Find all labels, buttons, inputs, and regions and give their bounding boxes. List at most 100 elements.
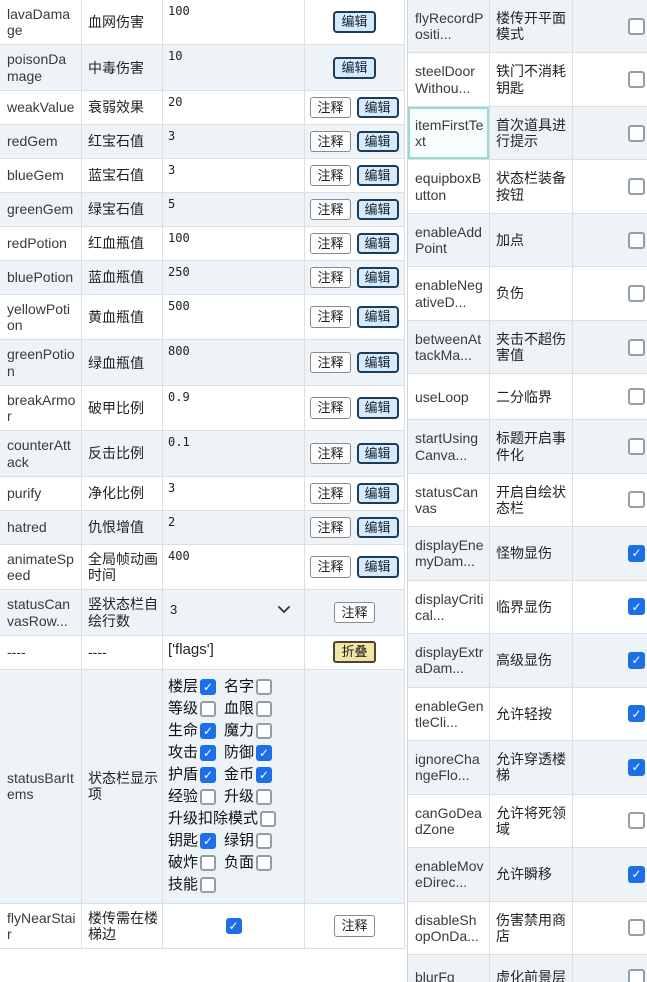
checkbox-line: 生命魔力	[168, 720, 276, 742]
fold-button[interactable]: 折叠	[333, 641, 375, 663]
checkbox-checked[interactable]	[628, 866, 645, 883]
key-cell: greenGem	[0, 193, 82, 226]
flag-checkbox-cell	[573, 214, 647, 266]
edit-button[interactable]: 编辑	[357, 165, 399, 187]
value-text: 3	[168, 482, 175, 496]
label-cell: 标题开启事件化	[490, 420, 573, 472]
note-button[interactable]: 注释	[310, 443, 350, 465]
checkbox-unchecked[interactable]	[628, 178, 645, 195]
checkbox-label: 破炸	[168, 854, 198, 871]
edit-button[interactable]: 编辑	[357, 306, 399, 328]
edit-button[interactable]: 编辑	[357, 556, 399, 578]
checkbox-unchecked[interactable]	[200, 701, 216, 717]
checkbox-unchecked[interactable]	[628, 812, 645, 829]
checkbox-unchecked[interactable]	[628, 491, 645, 508]
note-button[interactable]: 注释	[334, 602, 374, 624]
key-cell: steelDoorWithou...	[408, 53, 490, 105]
table-row: enableMoveDirec...允许瞬移	[408, 848, 647, 901]
row-select[interactable]: 3	[168, 602, 300, 617]
value-text: 500	[168, 300, 190, 314]
edit-button[interactable]: 编辑	[357, 517, 399, 539]
checkbox-checked[interactable]	[200, 723, 216, 739]
checkbox-unchecked[interactable]	[628, 71, 645, 88]
checkbox-unchecked[interactable]	[256, 855, 272, 871]
table-row: --------['flags']折叠	[0, 636, 405, 670]
note-button[interactable]: 注释	[310, 556, 350, 578]
note-button[interactable]: 注释	[310, 131, 350, 153]
edit-button[interactable]: 编辑	[333, 11, 375, 33]
label-cell: 楼传需在楼梯边	[82, 904, 163, 948]
checkbox-unchecked[interactable]	[256, 789, 272, 805]
value-text: 400	[168, 550, 190, 564]
checkbox-unchecked[interactable]	[256, 833, 272, 849]
note-button[interactable]: 注释	[310, 397, 350, 419]
checkbox-unchecked[interactable]	[200, 855, 216, 871]
checkbox-unchecked[interactable]	[200, 877, 216, 893]
key-cell: redPotion	[0, 227, 82, 260]
checkbox-unchecked[interactable]	[628, 388, 645, 405]
checkbox-checked[interactable]	[200, 679, 216, 695]
checkbox-checked[interactable]	[200, 833, 216, 849]
checkbox-unchecked[interactable]	[628, 285, 645, 302]
checkbox-unchecked[interactable]	[200, 789, 216, 805]
note-button[interactable]: 注释	[310, 306, 350, 328]
checkbox-unchecked[interactable]	[628, 919, 645, 936]
flag-checkbox-cell	[573, 107, 647, 159]
key-cell: displayCritical...	[408, 581, 490, 633]
checkbox-checked[interactable]	[628, 652, 645, 669]
checkbox-checked[interactable]	[256, 767, 272, 783]
note-button[interactable]: 注释	[310, 267, 350, 289]
checkbox-label: 绿钥	[224, 832, 254, 849]
checkbox-checked[interactable]	[200, 745, 216, 761]
note-button[interactable]: 注释	[310, 199, 350, 221]
checkbox-checked[interactable]	[628, 598, 645, 615]
checkbox-unchecked[interactable]	[256, 723, 272, 739]
key-cell: counterAttack	[0, 431, 82, 475]
label-cell: 怪物显伤	[490, 527, 573, 579]
value-cell: 400	[163, 545, 305, 589]
edit-button[interactable]: 编辑	[357, 397, 399, 419]
checkbox-unchecked[interactable]	[628, 969, 645, 982]
checkbox-checked[interactable]	[628, 545, 645, 562]
edit-button[interactable]: 编辑	[357, 483, 399, 505]
checkbox-checked[interactable]	[226, 918, 242, 934]
edit-button[interactable]: 编辑	[333, 57, 375, 79]
checkbox-line: 升级扣除模式	[168, 808, 276, 830]
note-button[interactable]: 注释	[310, 165, 350, 187]
checkbox-checked[interactable]	[628, 705, 645, 722]
note-button[interactable]: 注释	[310, 483, 350, 505]
checkbox-unchecked[interactable]	[628, 339, 645, 356]
note-button[interactable]: 注释	[310, 233, 350, 255]
edit-button[interactable]: 编辑	[357, 131, 399, 153]
checkbox-unchecked[interactable]	[628, 18, 645, 35]
values-config-table: lavaDamage血网伤害100编辑poisonDamage中毒伤害10编辑w…	[0, 0, 405, 949]
checkbox-checked[interactable]	[256, 745, 272, 761]
note-button[interactable]: 注释	[310, 97, 350, 119]
checkbox-unchecked[interactable]	[256, 679, 272, 695]
table-row: displayEnemyDam...怪物显伤	[408, 527, 647, 580]
checkbox-checked[interactable]	[628, 759, 645, 776]
table-row: useLoop二分临界	[408, 374, 647, 420]
edit-button[interactable]: 编辑	[357, 233, 399, 255]
note-button[interactable]: 注释	[310, 352, 350, 374]
note-button[interactable]: 注释	[310, 517, 350, 539]
note-button[interactable]: 注释	[334, 915, 374, 937]
checkbox-unchecked[interactable]	[628, 232, 645, 249]
checkbox-unchecked[interactable]	[256, 701, 272, 717]
label-cell: 开启自绘状态栏	[490, 474, 573, 526]
checkbox-unchecked[interactable]	[628, 125, 645, 142]
checkbox-unchecked[interactable]	[260, 811, 276, 827]
key-cell: ignoreChangeFlo...	[408, 741, 490, 793]
edit-button[interactable]: 编辑	[357, 97, 399, 119]
edit-button[interactable]: 编辑	[357, 443, 399, 465]
checkbox-unchecked[interactable]	[628, 438, 645, 455]
edit-button[interactable]: 编辑	[357, 267, 399, 289]
checkbox-line: 技能	[168, 874, 276, 896]
edit-button[interactable]: 编辑	[357, 352, 399, 374]
checkbox-label: 经验	[168, 788, 198, 805]
label-cell: 绿血瓶值	[82, 340, 163, 384]
edit-button[interactable]: 编辑	[357, 199, 399, 221]
flag-checkbox-cell	[573, 688, 647, 740]
row-buttons: 折叠	[305, 636, 405, 669]
checkbox-checked[interactable]	[200, 767, 216, 783]
